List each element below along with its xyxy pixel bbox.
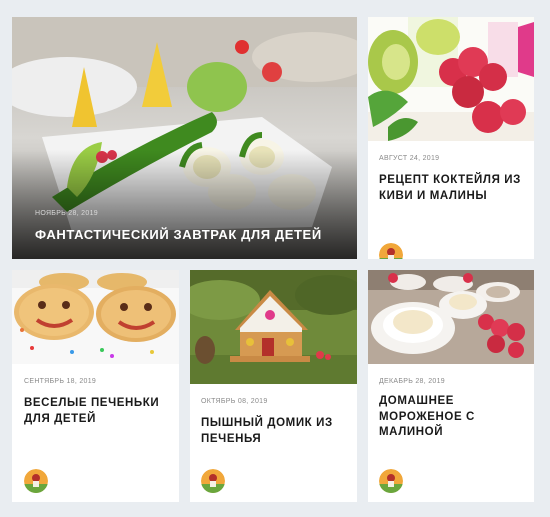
post-date: Ноябрь 28, 2019 [35, 210, 98, 217]
kids-breakfast-image[interactable] [12, 17, 357, 259]
author-avatar[interactable] [24, 469, 48, 493]
post-card[interactable]: Август 24, 2019 Рецепт коктейля из киви … [368, 17, 534, 259]
post-title[interactable]: Веселые печеньки для детей [24, 396, 174, 427]
post-date: Август 24, 2019 [379, 155, 440, 162]
post-card[interactable]: Сентябрь 18, 2019 Веселые печеньки для д… [12, 270, 179, 502]
author-avatar[interactable] [379, 469, 403, 493]
smiley-cookies-image[interactable] [12, 270, 179, 364]
post-date: Декабрь 28, 2019 [379, 378, 446, 385]
post-card[interactable]: Декабрь 28, 2019 Домашнее мороженое с ма… [368, 270, 534, 502]
featured-post-card[interactable]: Ноябрь 28, 2019 Фантастический завтрак д… [12, 17, 357, 259]
post-title[interactable]: Рецепт коктейля из киви и малины [379, 173, 529, 204]
ice-cream-raspberry-image[interactable] [368, 270, 534, 364]
post-title[interactable]: Домашнее мороженое с малиной [379, 394, 529, 441]
author-avatar[interactable] [379, 243, 403, 259]
gingerbread-house-image[interactable] [190, 270, 357, 384]
post-date: Октябрь 08, 2019 [201, 398, 268, 405]
post-date: Сентябрь 18, 2019 [24, 378, 97, 385]
post-title[interactable]: Пышный домик из печенья [201, 416, 351, 447]
post-card[interactable]: Октябрь 08, 2019 Пышный домик из печенья [190, 270, 357, 502]
post-title[interactable]: Фантастический завтрак для детей [35, 226, 322, 243]
kiwi-raspberry-popsicle-image[interactable] [368, 17, 534, 141]
author-avatar[interactable] [201, 469, 225, 493]
